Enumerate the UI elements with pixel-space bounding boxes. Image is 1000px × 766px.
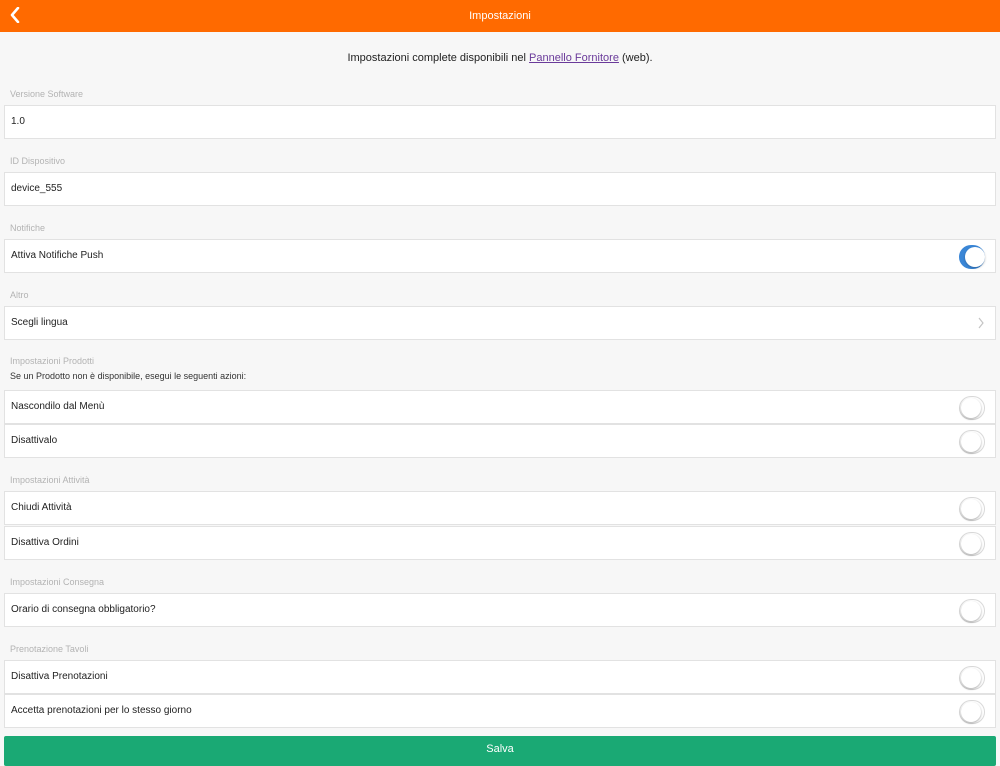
disable-orders-toggle[interactable] [959,532,985,556]
toggle-knob [961,432,981,452]
info-prefix: Impostazioni complete disponibili nel [347,52,530,64]
device-id-field: device_555 [4,172,996,206]
disable-reservations-toggle[interactable] [959,666,985,690]
toggle-knob [961,668,981,688]
push-notifications-row: Attiva Notifiche Push [4,239,996,273]
section-label-notifications: Notifiche [10,223,46,233]
device-id-value: device_555 [11,183,63,194]
same-day-reservations-row: Accetta prenotazioni per lo stesso giorn… [4,694,996,728]
save-button[interactable]: Salva [4,736,996,766]
disable-product-row: Disattivalo [4,424,996,458]
toggle-knob [965,247,985,267]
top-app-bar: Impostazioni [0,0,1000,32]
delivery-time-toggle[interactable] [959,599,985,623]
disable-product-label: Disattivalo [11,435,58,446]
delivery-time-row: Orario di consegna obbligatorio? [4,593,996,627]
section-label-tables: Prenotazione Tavoli [10,644,89,654]
section-label-products: Impostazioni Prodotti [10,356,95,366]
hide-from-menu-toggle[interactable] [959,396,985,420]
same-day-reservations-toggle[interactable] [959,700,985,724]
disable-reservations-label: Disattiva Prenotazioni [11,671,108,682]
version-value: 1.0 [11,116,25,127]
section-label-device: ID Dispositivo [10,156,66,166]
choose-language-label: Scegli lingua [11,317,68,328]
close-activity-toggle[interactable] [959,497,985,521]
toggle-knob [961,398,981,418]
close-activity-label: Chiudi Attività [11,502,72,513]
disable-orders-label: Disattiva Ordini [11,537,79,548]
hide-from-menu-label: Nascondilo dal Menù [11,401,105,412]
toggle-knob [961,601,981,621]
products-description: Se un Prodotto non è disponibile, esegui… [10,371,247,381]
section-label-delivery: Impostazioni Consegna [10,577,105,587]
delivery-time-label: Orario di consegna obbligatorio? [11,604,156,615]
choose-language-row[interactable]: Scegli lingua [4,306,996,340]
info-text: Impostazioni complete disponibili nel Pa… [0,52,1000,64]
chevron-right-icon [978,317,984,329]
disable-product-toggle[interactable] [959,430,985,454]
info-suffix: (web). [618,52,653,64]
version-field: 1.0 [4,105,996,139]
push-notifications-toggle[interactable] [959,245,985,269]
disable-orders-row: Disattiva Ordini [4,526,996,560]
vendor-panel-link[interactable]: Pannello Fornitore [529,52,619,64]
disable-reservations-row: Disattiva Prenotazioni [4,660,996,694]
toggle-knob [961,702,981,722]
section-label-other: Altro [10,290,29,300]
close-activity-row: Chiudi Attività [4,491,996,525]
page-title: Impostazioni [469,10,531,22]
hide-from-menu-row: Nascondilo dal Menù [4,390,996,424]
push-notifications-label: Attiva Notifiche Push [11,250,104,261]
toggle-knob [961,534,981,554]
toggle-knob [961,499,981,519]
section-label-activity: Impostazioni Attività [10,475,90,485]
same-day-reservations-label: Accetta prenotazioni per lo stesso giorn… [11,705,192,716]
section-label-version: Versione Software [10,89,84,99]
